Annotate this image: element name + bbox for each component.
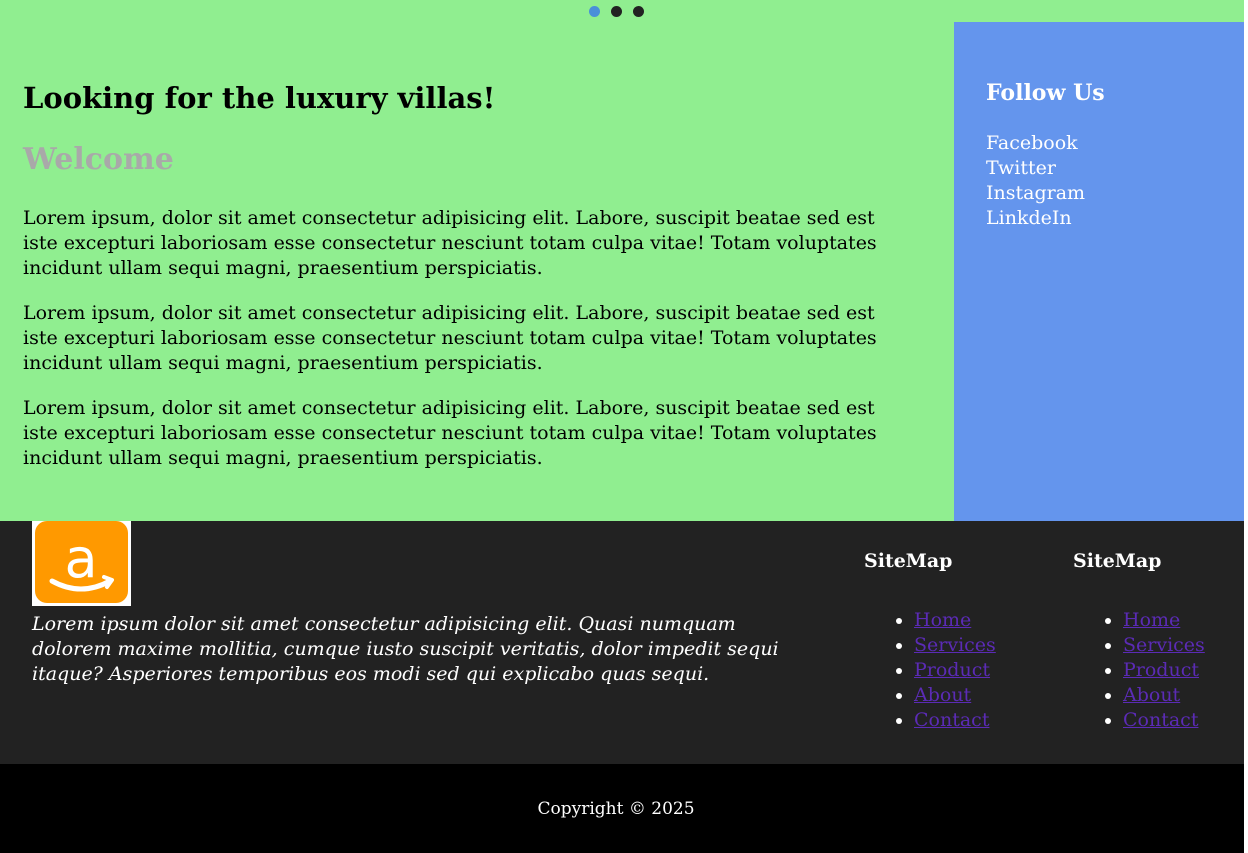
sitemap-link-contact[interactable]: Contact [1123, 709, 1198, 731]
amazon-logo-icon: a [32, 521, 131, 606]
social-link-instagram[interactable]: Instagram [986, 181, 1085, 206]
page-edge [1244, 0, 1248, 853]
carousel-dot-2[interactable] [611, 6, 622, 17]
sitemap-link-product[interactable]: Product [1123, 659, 1199, 681]
footer-description: Lorem ipsum dolor sit amet consectetur a… [32, 613, 779, 685]
sitemap-link-contact[interactable]: Contact [914, 709, 989, 731]
svg-text:a: a [64, 527, 97, 590]
list-item: Contact [1123, 708, 1205, 733]
list-item: About [914, 683, 996, 708]
sitemap-link-product[interactable]: Product [914, 659, 990, 681]
paragraph-1: Lorem ipsum, dolor sit amet consectetur … [23, 207, 877, 279]
sitemap-heading: SiteMap [864, 550, 953, 572]
paragraph-2: Lorem ipsum, dolor sit amet consectetur … [23, 302, 877, 374]
social-link-twitter[interactable]: Twitter [986, 156, 1085, 181]
sitemap-link-services[interactable]: Services [914, 634, 996, 656]
list-item: Product [1123, 658, 1205, 683]
list-item: Contact [914, 708, 996, 733]
carousel-dot-1[interactable] [589, 6, 600, 17]
list-item: Services [914, 633, 996, 658]
follow-us-heading: Follow Us [986, 80, 1105, 106]
sitemap-link-home[interactable]: Home [914, 609, 971, 631]
list-item: Product [914, 658, 996, 683]
sitemap-list: Home Services Product About Contact [1123, 608, 1205, 733]
copyright-bar: Copyright © 2025 [0, 764, 1244, 853]
paragraph-3: Lorem ipsum, dolor sit amet consectetur … [23, 397, 877, 469]
list-item: Services [1123, 633, 1205, 658]
list-item: Home [914, 608, 996, 633]
list-item: About [1123, 683, 1205, 708]
social-link-facebook[interactable]: Facebook [986, 131, 1085, 156]
sitemap-link-about[interactable]: About [914, 684, 971, 706]
sitemap-list: Home Services Product About Contact [914, 608, 996, 733]
sitemap-link-home[interactable]: Home [1123, 609, 1180, 631]
carousel-dot-3[interactable] [633, 6, 644, 17]
sitemap-link-about[interactable]: About [1123, 684, 1180, 706]
sitemap-link-services[interactable]: Services [1123, 634, 1205, 656]
top-band [0, 0, 1244, 22]
copyright-text: Copyright © 2025 [537, 799, 695, 819]
sitemap-heading: SiteMap [1073, 550, 1162, 572]
follow-us-sidebar: Follow Us Facebook Twitter Instagram Lin… [954, 22, 1244, 521]
welcome-heading: Welcome [23, 142, 174, 177]
page-title: Looking for the luxury villas! [23, 81, 496, 115]
carousel-dots [589, 6, 644, 17]
sitemap-2: SiteMap Home Services Product About Cont… [1073, 549, 1205, 733]
social-link-linkedin[interactable]: LinkdeIn [986, 206, 1085, 231]
social-links: Facebook Twitter Instagram LinkdeIn [986, 131, 1085, 231]
footer: a Lorem ipsum dolor sit amet consectetur… [0, 521, 1244, 764]
sitemap-1: SiteMap Home Services Product About Cont… [864, 549, 996, 733]
list-item: Home [1123, 608, 1205, 633]
main-content: Looking for the luxury villas! Welcome L… [0, 22, 954, 521]
